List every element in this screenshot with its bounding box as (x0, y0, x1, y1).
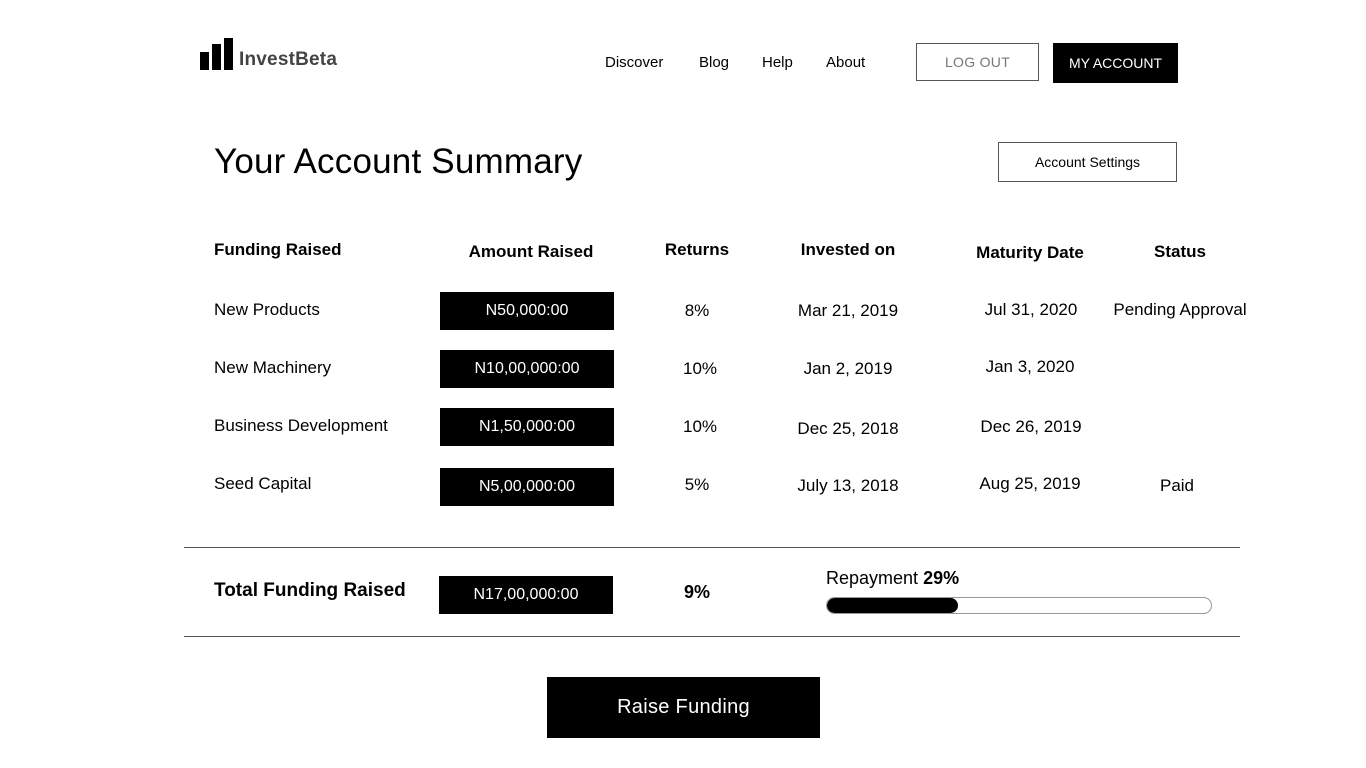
row-4-amount: N5,00,000:00 (440, 468, 614, 506)
row-2-amount: N10,00,000:00 (440, 350, 614, 388)
row-3-maturity: Dec 26, 2019 (980, 417, 1082, 436)
repayment-progress-fill (827, 598, 958, 613)
column-header-status: Status (1154, 242, 1206, 261)
row-1-returns: 8% (684, 301, 710, 320)
page-title: Your Account Summary (214, 142, 583, 181)
repayment-label: Repayment 29% (826, 568, 959, 589)
row-1-status: Pending Approval (1113, 300, 1247, 319)
column-header-returns: Returns (664, 240, 730, 259)
repayment-text: Repayment (826, 568, 919, 588)
row-4-status: Paid (1159, 476, 1195, 495)
row-3-name: Business Development (214, 416, 388, 435)
column-header-maturity: Maturity Date (976, 243, 1084, 262)
account-settings-button[interactable]: Account Settings (998, 142, 1177, 182)
bar-chart-logo-icon (200, 38, 233, 70)
totals-divider-top (184, 547, 1240, 548)
my-account-button[interactable]: MY ACCOUNT (1053, 43, 1178, 83)
row-4-invested: July 13, 2018 (797, 476, 899, 495)
row-2-name: New Machinery (214, 358, 332, 377)
raise-funding-button[interactable]: Raise Funding (547, 677, 820, 738)
row-2-returns: 10% (682, 359, 718, 378)
totals-divider-bottom (184, 636, 1240, 637)
row-3-returns: 10% (682, 417, 718, 436)
repayment-progress-bar (826, 597, 1212, 614)
row-4-name: Seed Capital (214, 474, 312, 493)
row-3-amount: N1,50,000:00 (440, 408, 614, 446)
column-header-invested: Invested on (800, 240, 896, 259)
repayment-percent: 29% (923, 568, 960, 588)
row-4-returns: 5% (684, 475, 710, 494)
row-1-invested: Mar 21, 2019 (797, 301, 899, 320)
nav-help[interactable]: Help (762, 54, 793, 71)
total-returns: 9% (683, 582, 711, 602)
nav-about[interactable]: About (826, 54, 865, 71)
row-4-maturity: Aug 25, 2019 (979, 474, 1081, 493)
column-header-funding: Funding Raised (214, 240, 342, 259)
brand-logo[interactable]: InvestBeta (200, 36, 337, 70)
column-header-amount: Amount Raised (468, 242, 594, 261)
row-1-maturity: Jul 31, 2020 (984, 300, 1078, 319)
nav-blog[interactable]: Blog (699, 54, 729, 71)
row-2-maturity: Jan 3, 2020 (985, 357, 1075, 376)
total-funding-amount: N17,00,000:00 (439, 576, 613, 614)
row-3-invested: Dec 25, 2018 (797, 419, 899, 438)
row-1-name: New Products (214, 300, 320, 319)
nav-discover[interactable]: Discover (605, 54, 663, 71)
row-1-amount: N50,000:00 (440, 292, 614, 330)
logout-button[interactable]: LOG OUT (916, 43, 1039, 81)
brand-name: InvestBeta (239, 49, 338, 70)
row-2-invested: Jan 2, 2019 (803, 359, 893, 378)
total-funding-label: Total Funding Raised (214, 580, 406, 601)
